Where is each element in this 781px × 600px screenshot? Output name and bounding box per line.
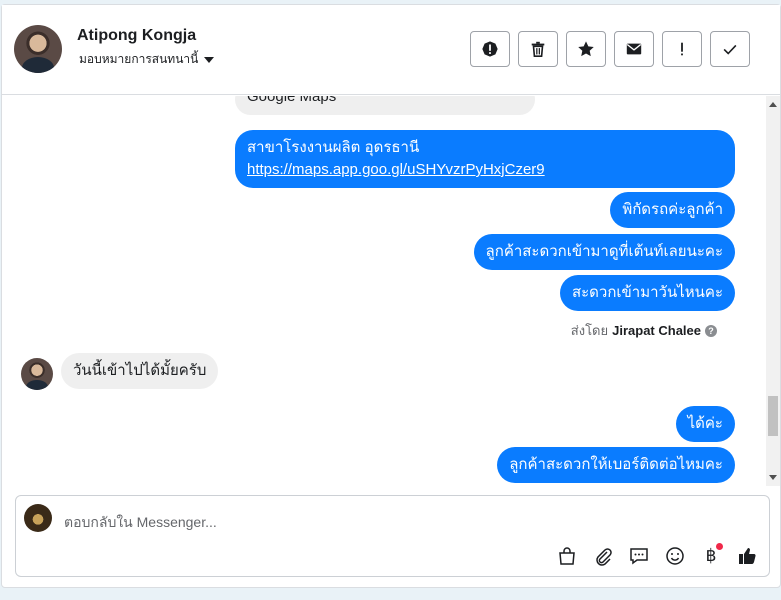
scroll-thumb[interactable]: [768, 396, 778, 436]
mark-unread-button[interactable]: [614, 31, 654, 67]
thumbs-up-icon[interactable]: [735, 544, 759, 568]
message-text: ลูกค้าสะดวกเข้ามาดูที่เต้นท์เลยนะคะ: [485, 243, 723, 260]
envelope-icon: [626, 43, 642, 55]
message-bubble-outgoing[interactable]: พิกัดรถค่ะลูกค้า: [610, 192, 735, 228]
spam-button[interactable]: [470, 31, 510, 67]
payment-icon[interactable]: ฿: [699, 543, 723, 568]
star-button[interactable]: [566, 31, 606, 67]
message-text: สะดวกเข้ามาวันไหนคะ: [571, 284, 723, 301]
mark-done-button[interactable]: [710, 31, 750, 67]
message-text: ลูกค้าสะดวกให้เบอร์ติดต่อไหมคะ: [509, 456, 723, 473]
shopping-bag-icon[interactable]: [555, 544, 579, 568]
action-toolbar: [470, 31, 750, 67]
notification-dot: [716, 543, 723, 550]
assign-conversation-dropdown[interactable]: มอบหมายการสนทนานี้: [79, 50, 215, 69]
scroll-down-icon[interactable]: [769, 475, 777, 480]
sent-by-prefix: ส่งโดย: [570, 323, 609, 338]
paperclip-icon[interactable]: [591, 544, 615, 568]
message-text: พิกัดรถค่ะลูกค้า: [622, 201, 723, 218]
message-bubble-outgoing[interactable]: ลูกค้าสะดวกให้เบอร์ติดต่อไหมคะ: [497, 447, 735, 483]
reply-composer: ตอบกลับใน Messenger... ฿: [15, 495, 770, 577]
payment-label: ฿: [705, 546, 717, 565]
exclamation-icon: [681, 42, 683, 56]
caret-down-icon: [204, 56, 215, 63]
maps-link[interactable]: https://maps.app.goo.gl/uSHYvzrPyHxjCzer…: [247, 159, 723, 181]
message-thread[interactable]: Google Maps สาขาโรงงานผลิต อุดรธานี http…: [2, 96, 765, 486]
message-bubble-outgoing[interactable]: ได้ค่ะ: [675, 406, 735, 442]
message-bubble-outgoing[interactable]: สาขาโรงงานผลิต อุดรธานี https://maps.app…: [235, 130, 735, 188]
page-avatar: [24, 504, 52, 532]
message-bubble-outgoing[interactable]: สะดวกเข้ามาวันไหนคะ: [559, 275, 735, 311]
alert-circle-icon: [482, 41, 498, 57]
scroll-up-icon[interactable]: [769, 102, 777, 107]
help-icon[interactable]: ?: [705, 324, 717, 337]
saved-replies-icon[interactable]: [627, 544, 651, 568]
conversation-panel: Atipong Kongja มอบหมายการสนทนานี้ Google…: [1, 4, 781, 588]
sent-by-label: ส่งโดย Jirapat Chalee ?: [571, 320, 717, 341]
trash-icon: [531, 41, 545, 58]
assign-conversation-label: มอบหมายการสนทนานี้: [79, 52, 199, 66]
reply-input[interactable]: ตอบกลับใน Messenger...: [64, 512, 217, 534]
message-bubble-incoming[interactable]: วันนี้เข้าไปได้มั้ยครับ: [61, 353, 219, 389]
message-bubble-incoming[interactable]: Google Maps: [235, 96, 535, 115]
message-text: ได้ค่ะ: [687, 415, 723, 432]
sent-by-name: Jirapat Chalee: [612, 323, 701, 338]
avatar[interactable]: [14, 25, 62, 73]
message-bubble-outgoing[interactable]: ลูกค้าสะดวกเข้ามาดูที่เต้นท์เลยนะคะ: [473, 234, 735, 270]
conversation-header: Atipong Kongja มอบหมายการสนทนานี้: [2, 5, 780, 95]
thread-scrollbar[interactable]: [766, 96, 780, 486]
delete-button[interactable]: [518, 31, 558, 67]
contact-name[interactable]: Atipong Kongja: [77, 27, 196, 45]
message-text: Google Maps: [247, 96, 337, 105]
check-icon: [723, 44, 737, 55]
star-icon: [578, 41, 594, 57]
sender-avatar: [21, 358, 53, 390]
composer-toolbar: ฿: [555, 543, 759, 568]
message-text: วันนี้เข้าไปได้มั้ยครับ: [73, 362, 207, 379]
emoji-icon[interactable]: [663, 544, 687, 568]
follow-up-button[interactable]: [662, 31, 702, 67]
message-text: สาขาโรงงานผลิต อุดรธานี: [247, 139, 420, 156]
